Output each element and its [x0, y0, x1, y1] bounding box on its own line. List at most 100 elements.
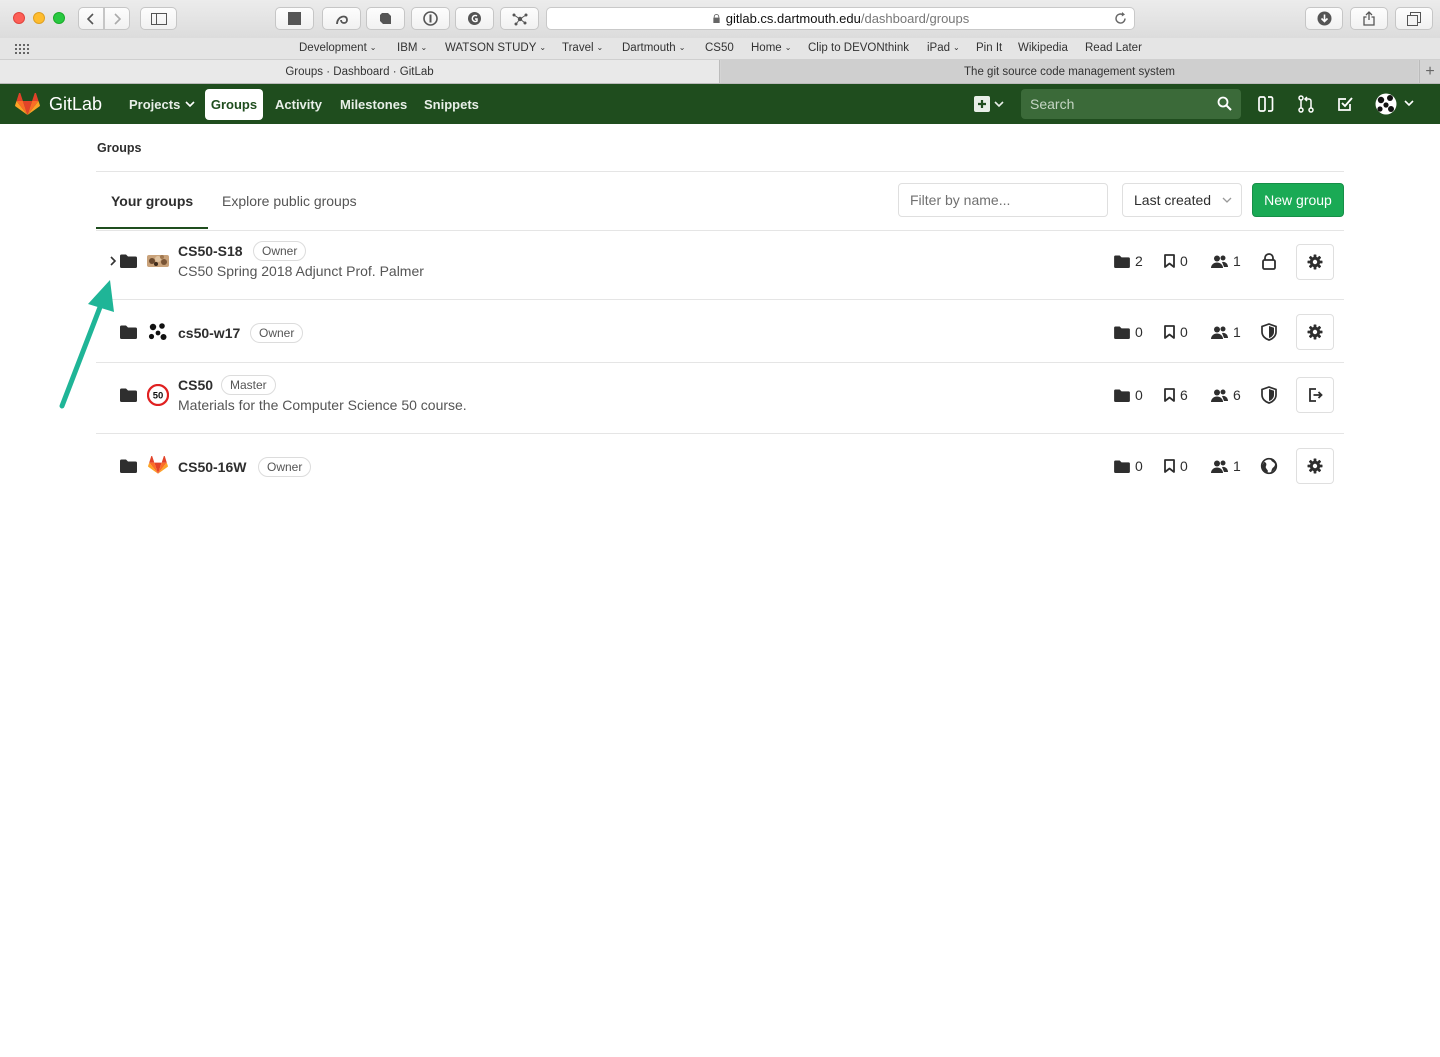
nav-milestones[interactable]: Milestones	[340, 84, 407, 124]
users-icon	[1211, 460, 1228, 473]
subgroups-count: 0	[1114, 458, 1143, 474]
evernote-icon	[380, 12, 391, 24]
lock-icon	[1262, 253, 1276, 270]
forward-button[interactable]	[104, 7, 130, 30]
sort-dropdown[interactable]: Last created	[1122, 183, 1242, 217]
nav-groups[interactable]: Groups	[205, 89, 263, 120]
users-icon	[1211, 326, 1228, 339]
lock-icon	[713, 14, 720, 23]
users-icon	[1211, 389, 1228, 402]
favorite-wikipedia[interactable]: Wikipedia	[1018, 42, 1068, 54]
breadcrumb[interactable]: Groups	[97, 141, 141, 155]
leave-group-button[interactable]	[1296, 377, 1334, 413]
merge-requests-icon[interactable]	[1297, 95, 1315, 113]
group-name[interactable]: CS50-16W	[178, 459, 246, 475]
share-button[interactable]	[1350, 7, 1388, 30]
minimize-window-button[interactable]	[33, 12, 45, 24]
chevron-right-icon[interactable]	[108, 255, 118, 267]
todos-icon[interactable]	[1336, 95, 1354, 113]
issues-icon[interactable]	[1257, 95, 1275, 113]
group-name[interactable]: CS50-S18	[178, 243, 243, 259]
favorite-development[interactable]: Development ⌄	[299, 42, 376, 54]
search-input[interactable]: Search	[1021, 89, 1241, 119]
browser-tab-bar: Groups · Dashboard · GitLab The git sour…	[0, 60, 1440, 84]
group-row[interactable]: CS50-S18 Owner CS50 Spring 2018 Adjunct …	[96, 231, 1344, 299]
browser-toolbar: gitlab.cs.dartmouth.edu/dashboard/groups	[0, 0, 1440, 38]
extension-shell-button[interactable]	[322, 7, 361, 30]
new-item-dropdown-icon[interactable]	[973, 96, 1005, 112]
projects-count: 0	[1164, 253, 1188, 269]
favorite-ipad[interactable]: iPad ⌄	[927, 42, 960, 54]
nav-snippets[interactable]: Snippets	[424, 84, 479, 124]
group-settings-button[interactable]	[1296, 244, 1334, 280]
new-group-button[interactable]: New group	[1252, 183, 1344, 217]
favorite-home[interactable]: Home ⌄	[751, 42, 791, 54]
settings-icon	[1307, 324, 1323, 340]
chevron-right-icon	[114, 12, 121, 25]
shield-icon	[1261, 323, 1277, 341]
favorite-cs50[interactable]: CS50	[705, 42, 734, 54]
reload-icon[interactable]	[1113, 11, 1128, 26]
favorite-watson-study[interactable]: WATSON STUDY ⌄	[445, 42, 546, 54]
folder-icon	[1114, 325, 1130, 339]
favorite-read-later[interactable]: Read Later	[1085, 42, 1142, 54]
group-row[interactable]: cs50-w17 Owner 0 0 1	[96, 300, 1344, 362]
nav-projects[interactable]: Projects	[129, 84, 195, 124]
favorite-dartmouth[interactable]: Dartmouth ⌄	[622, 42, 685, 54]
sidebar-toggle-button[interactable]	[140, 7, 177, 30]
favorite-travel[interactable]: Travel ⌄	[562, 42, 603, 54]
group-settings-button[interactable]	[1296, 314, 1334, 350]
download-icon	[1317, 11, 1331, 26]
group-avatar	[147, 321, 169, 343]
tab-explore-public-groups[interactable]: Explore public groups	[222, 193, 357, 209]
extension-evernote-button[interactable]	[366, 7, 405, 30]
favorite-clip-to-devonthink[interactable]: Clip to DEVONthink	[808, 42, 909, 54]
user-avatar-dropdown[interactable]	[1375, 93, 1415, 115]
folder-icon	[1114, 254, 1130, 268]
group-row[interactable]: CS50-16W Owner 0 0 1	[96, 434, 1344, 498]
group-name[interactable]: CS50	[178, 377, 213, 393]
users-icon	[1211, 255, 1228, 268]
favorite-ibm[interactable]: IBM ⌄	[397, 42, 427, 54]
members-count: 1	[1211, 458, 1241, 474]
back-button[interactable]	[78, 7, 104, 30]
close-window-button[interactable]	[13, 12, 25, 24]
chevron-down-icon: ⌄	[784, 43, 792, 52]
chevron-down-icon: ⌄	[596, 43, 604, 52]
group-avatar: 50	[147, 384, 169, 406]
grid-icon[interactable]	[15, 44, 30, 54]
gitlab-logo-icon[interactable]	[15, 93, 40, 115]
downloads-button[interactable]	[1305, 7, 1343, 30]
folder-icon	[1114, 459, 1130, 473]
shield-icon	[1261, 386, 1277, 404]
settings-icon	[1307, 458, 1323, 474]
tabs-overview-button[interactable]	[1395, 7, 1433, 30]
address-bar[interactable]: gitlab.cs.dartmouth.edu/dashboard/groups	[546, 7, 1135, 30]
search-icon	[1217, 96, 1232, 111]
gitlab-brand[interactable]: GitLab	[49, 94, 102, 115]
browser-tab[interactable]: The git source code management system	[721, 60, 1418, 83]
group-avatar	[147, 255, 169, 267]
favorites-bar: Development ⌄ IBM ⌄ WATSON STUDY ⌄ Travel ⌄ …	[0, 38, 1440, 60]
browser-tab-active[interactable]: Groups · Dashboard · GitLab	[0, 60, 720, 83]
nav-activity[interactable]: Activity	[275, 84, 322, 124]
members-count: 1	[1211, 253, 1241, 269]
extension-stop-button[interactable]	[275, 7, 314, 30]
extension-1password-button[interactable]	[411, 7, 450, 30]
new-tab-button[interactable]: +	[1419, 60, 1440, 83]
group-name[interactable]: cs50-w17	[178, 325, 240, 341]
favorite-pin-it[interactable]: Pin It	[976, 42, 1002, 54]
group-row[interactable]: 50 CS50 Master Materials for the Compute…	[96, 363, 1344, 433]
filter-by-name-input[interactable]: Filter by name...	[898, 183, 1108, 217]
group-settings-button[interactable]	[1296, 448, 1334, 484]
extension-grammarly-button[interactable]	[455, 7, 494, 30]
url-domain: gitlab.cs.dartmouth.edu	[725, 11, 861, 26]
share-icon	[1363, 11, 1375, 26]
divider	[96, 171, 1344, 172]
extension-network-button[interactable]	[500, 7, 539, 30]
globe-icon	[1260, 457, 1278, 475]
tab-your-groups[interactable]: Your groups	[111, 193, 193, 209]
zoom-window-button[interactable]	[53, 12, 65, 24]
subgroups-count: 0	[1114, 324, 1143, 340]
subgroups-count: 0	[1114, 387, 1143, 403]
